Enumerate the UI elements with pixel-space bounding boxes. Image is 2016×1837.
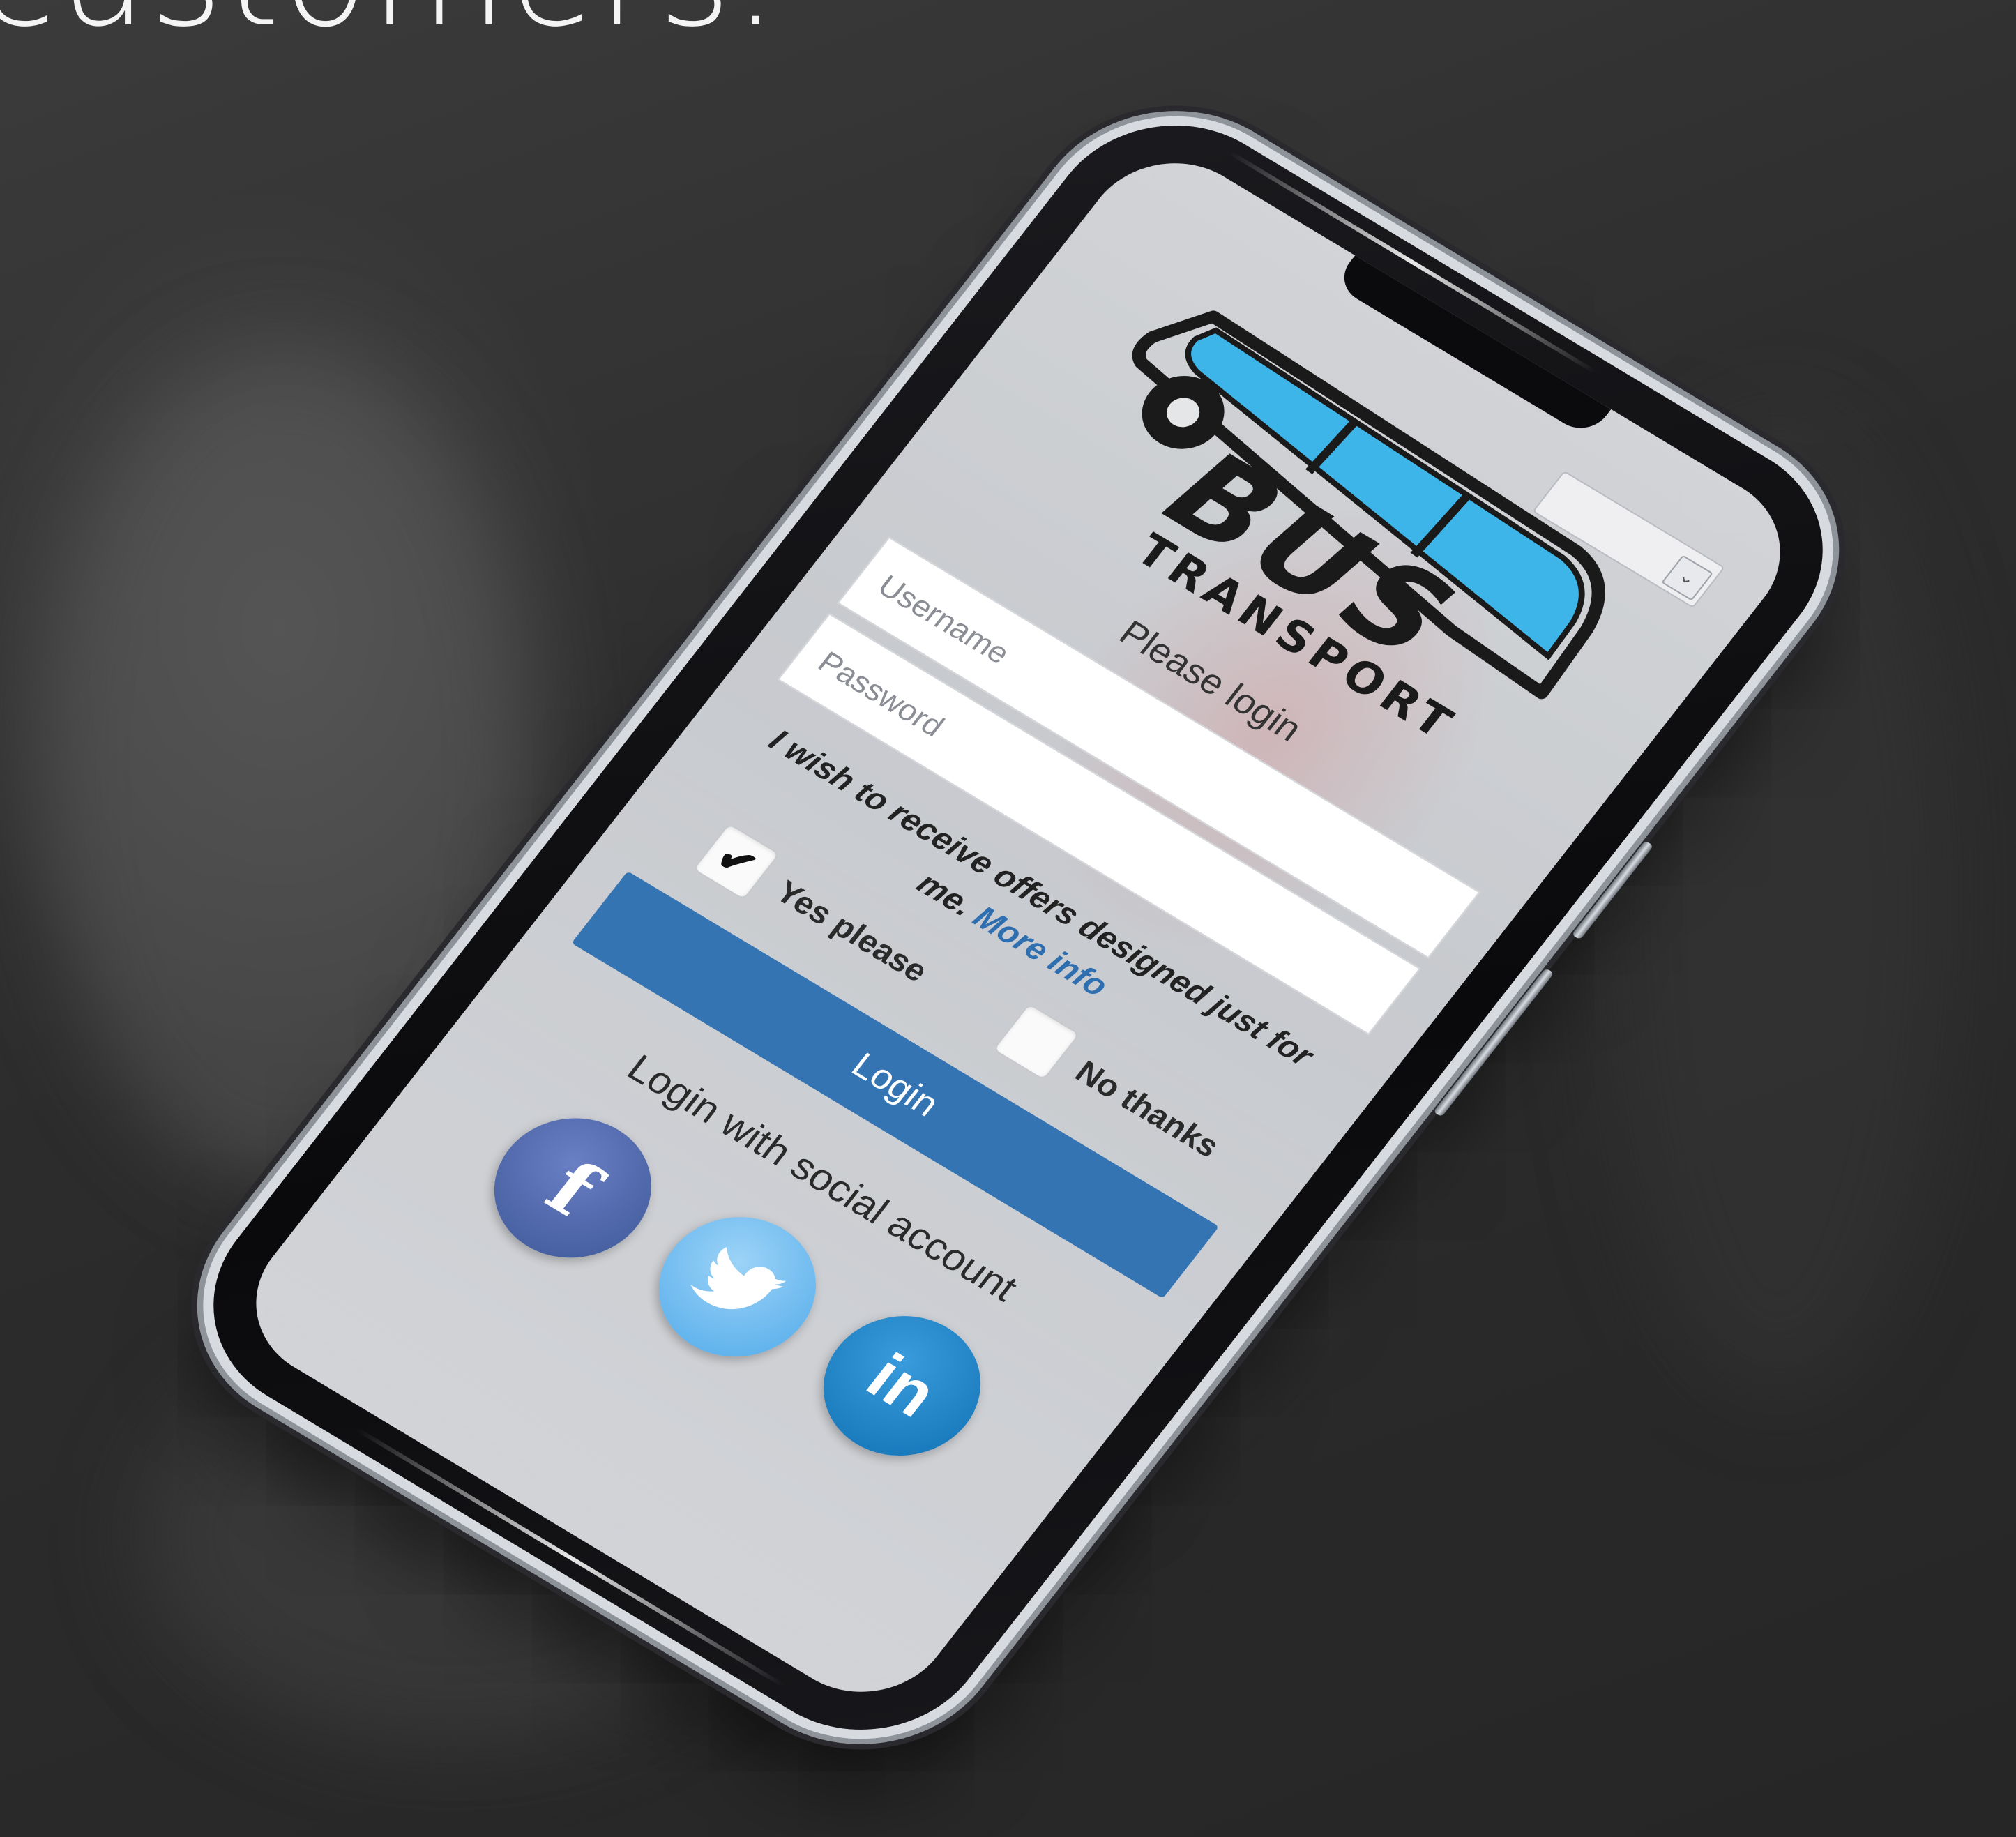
- page-root: { "hero": { "heading": "customers." }, "…: [0, 0, 2016, 1837]
- hero-heading: customers.: [0, 0, 781, 58]
- check-icon: ✔: [706, 833, 767, 889]
- twitter-button[interactable]: [628, 1190, 847, 1384]
- yes-checkbox[interactable]: ✔: [692, 823, 780, 900]
- facebook-icon: f: [530, 1143, 616, 1233]
- chevron-down-icon: ⌄: [1661, 554, 1713, 601]
- twitter-icon: [690, 1247, 787, 1310]
- no-checkbox[interactable]: [992, 1003, 1080, 1081]
- linkedin-button[interactable]: in: [792, 1289, 1012, 1483]
- facebook-button[interactable]: f: [463, 1091, 683, 1285]
- linkedin-icon: in: [853, 1340, 952, 1431]
